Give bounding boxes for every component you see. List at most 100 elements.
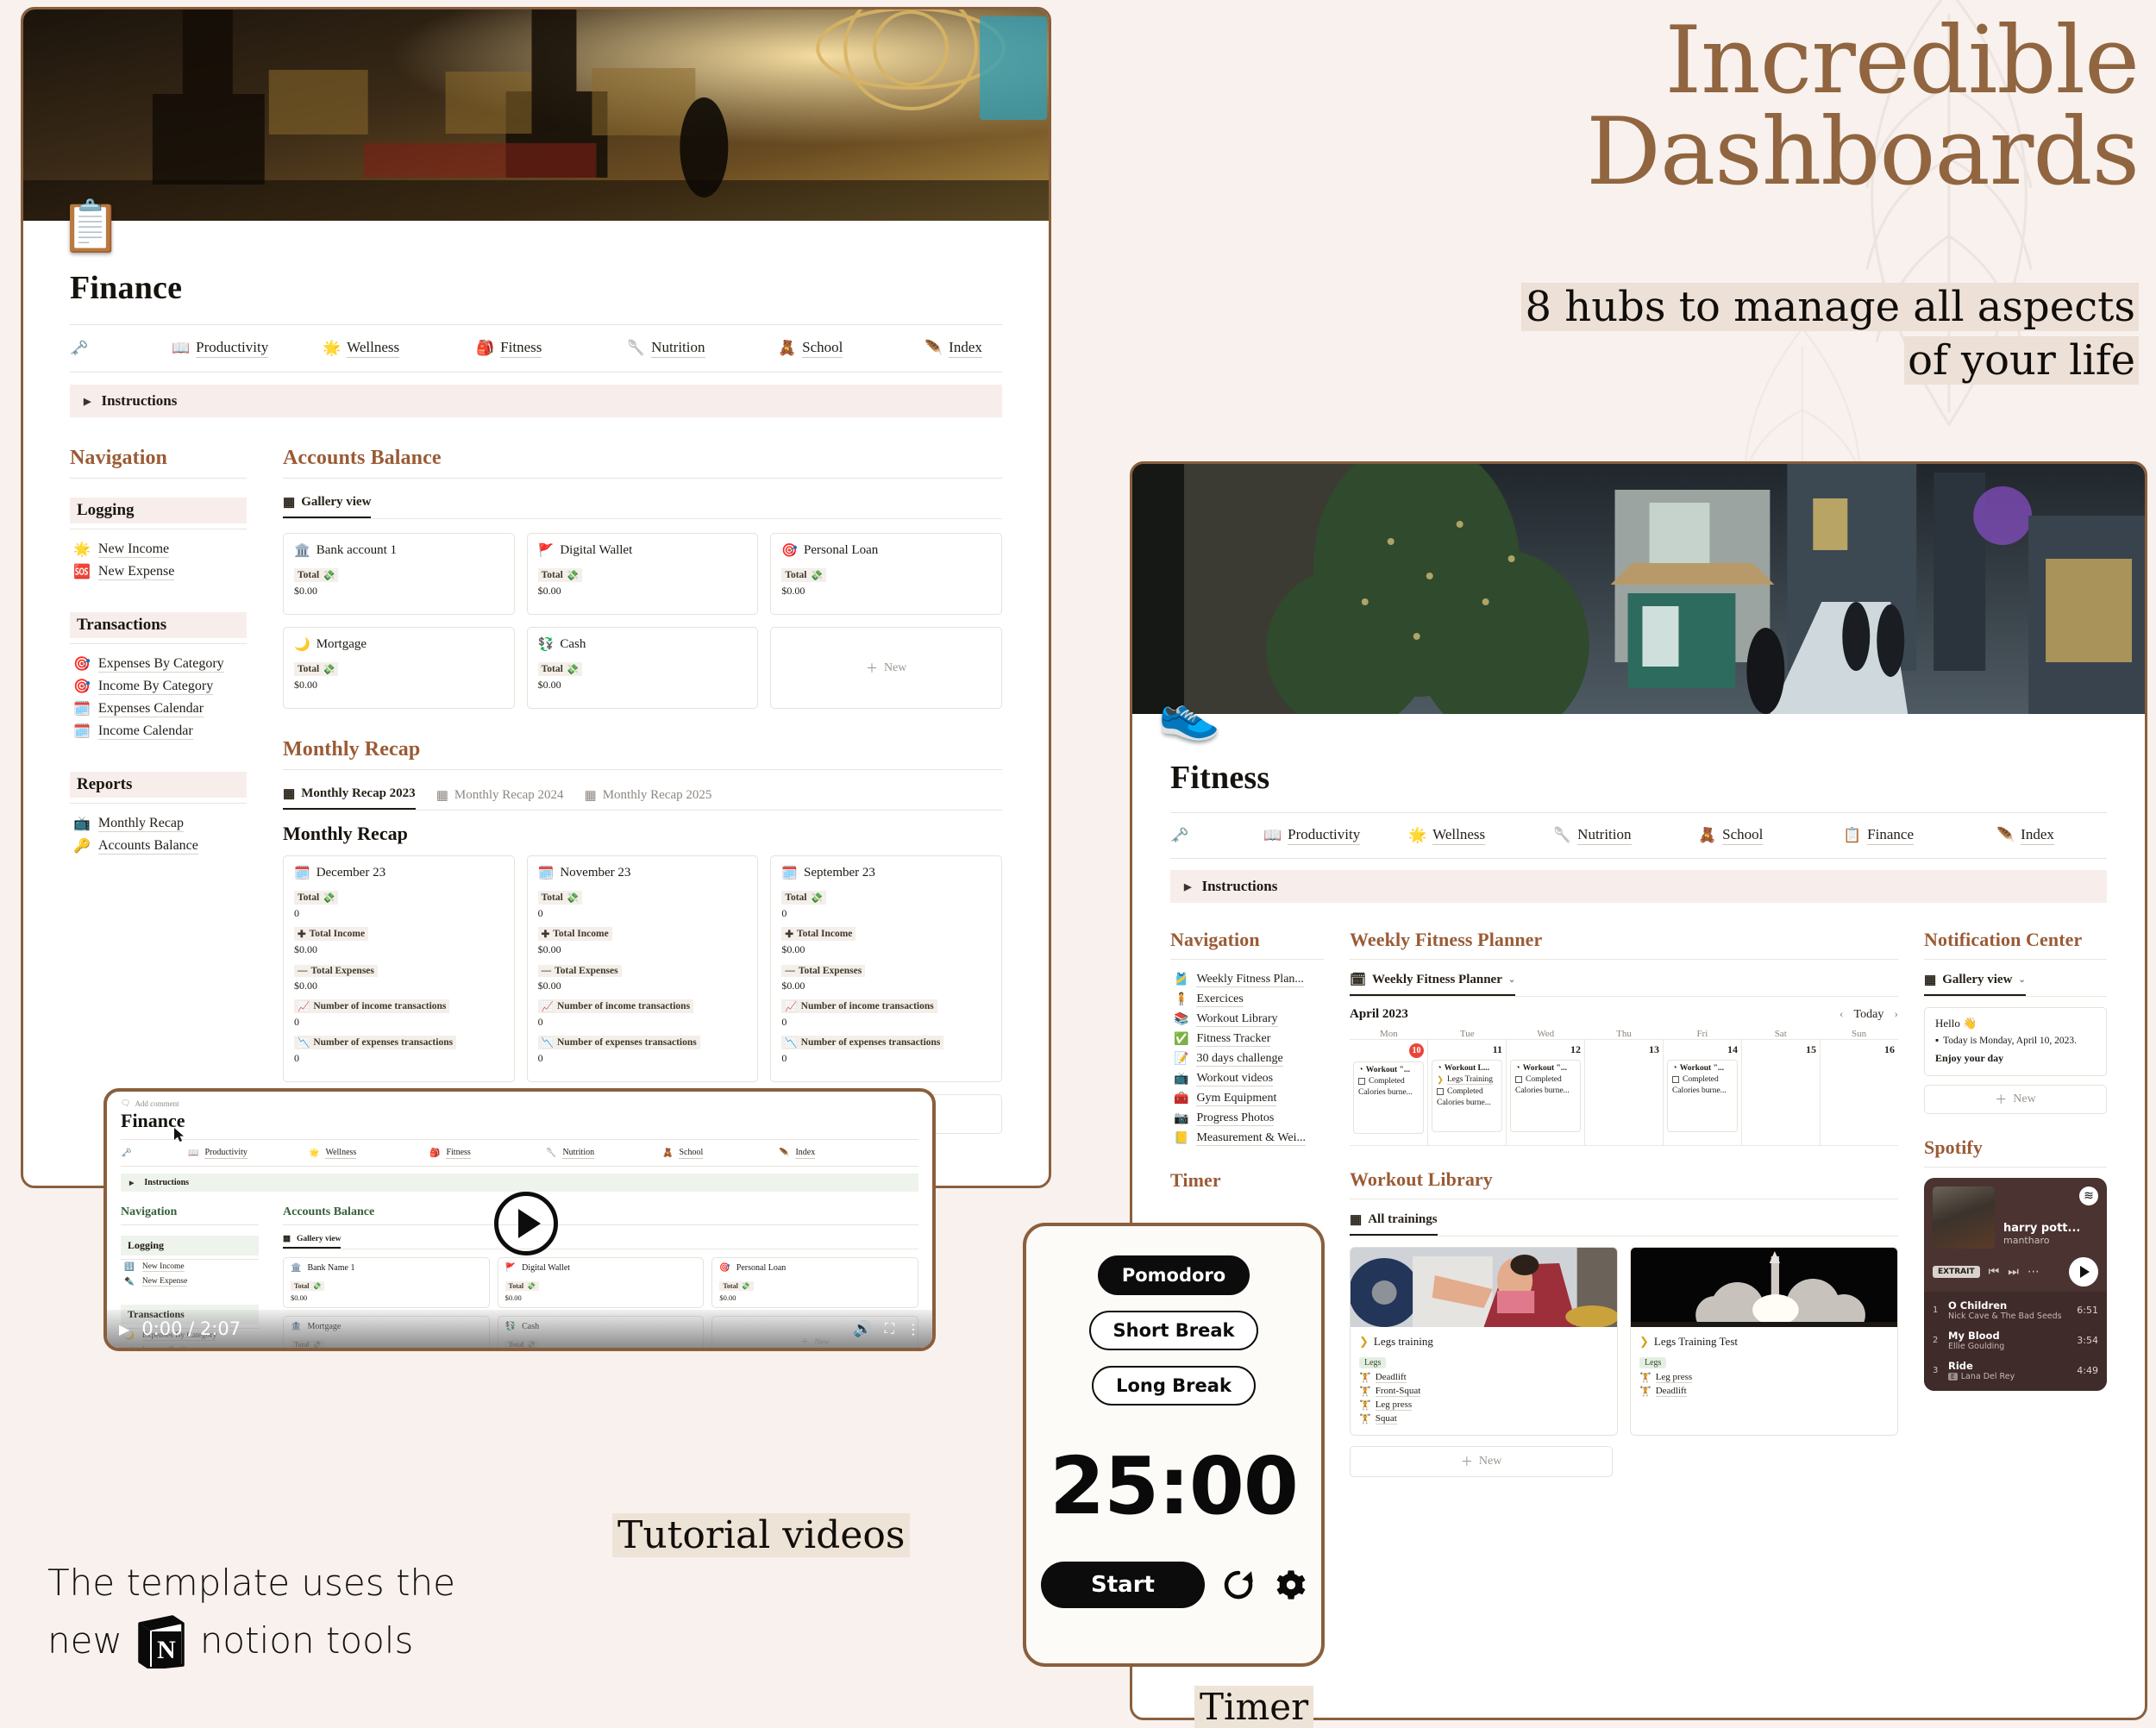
workout-exercise[interactable]: 🏋️ Squat	[1359, 1413, 1608, 1424]
tab-weekly-fitness-planner[interactable]: 🗓 Weekly Fitness Planner ⌄	[1350, 972, 1516, 996]
calendar-event[interactable]: ◔ Workout "... Completed Calories burne..…	[1667, 1060, 1738, 1132]
prev-week-button[interactable]: ‹	[1839, 1008, 1844, 1022]
spotify-track-row[interactable]: 3 Ride E Lana Del Rey 4:49	[1924, 1355, 2107, 1386]
video-account-card-wallet[interactable]: 🚩 Digital Wallet Total 💸 $0.00	[497, 1257, 705, 1308]
recap-card-september[interactable]: 🗓️ September 23 Total 💸 0 ✚ Total Income $…	[770, 855, 1002, 1082]
more-options-icon[interactable]: ⋯	[2028, 1265, 2040, 1279]
video-nav-item-index[interactable]: 🪶 Index	[779, 1148, 816, 1159]
previous-track-icon[interactable]: ⏮	[1989, 1265, 2000, 1279]
sidebar-item-new-income[interactable]: 🌟 New Income	[70, 538, 247, 560]
video-tab-gallery-view[interactable]: ▦ Gallery view	[283, 1234, 342, 1249]
sidebar-item-expenses-calendar[interactable]: 🗓️ Expenses Calendar	[70, 698, 247, 720]
chevron-down-icon[interactable]: ⌄	[2018, 975, 2025, 985]
workout-exercise[interactable]: 🏋️ Leg press	[1359, 1399, 1608, 1411]
nav-item-school[interactable]: 🧸 School	[778, 339, 924, 358]
video-nav-item-productivity[interactable]: 📖 Productivity	[188, 1148, 309, 1159]
timer-mode-short-break[interactable]: Short Break	[1088, 1311, 1259, 1350]
gear-icon[interactable]	[1272, 1568, 1307, 1602]
today-button[interactable]: Today	[1854, 1008, 1884, 1022]
sidebar-item-accounts-balance[interactable]: 🔑 Accounts Balance	[70, 835, 247, 857]
sidebar-item-weekly-fitness-planner[interactable]: 🎽 Weekly Fitness Plan...	[1170, 970, 1324, 990]
sidebar-item-monthly-recap[interactable]: 📺 Monthly Recap	[70, 812, 247, 835]
calendar-day-13[interactable]: 13	[1585, 1040, 1664, 1145]
nav-item-productivity[interactable]: 📖 Productivity	[172, 339, 323, 358]
account-card-personal-loan[interactable]: 🎯 Personal Loan Total 💸 $0.00	[770, 533, 1002, 615]
nav-item-fitness[interactable]: 🎒 Fitness	[476, 339, 627, 358]
calendar-day-14[interactable]: 14 ◔ Workout "... Completed Calories burn…	[1664, 1040, 1742, 1145]
account-card-cash[interactable]: 💱 Cash Total 💸 $0.00	[526, 627, 759, 709]
next-week-button[interactable]: ›	[1894, 1008, 1898, 1022]
tab-notification-gallery[interactable]: ▦ Gallery view ⌄	[1924, 972, 2026, 996]
calendar-event[interactable]: ◔ Workout L... ❯ Legs Training Completed C…	[1432, 1060, 1502, 1132]
sidebar-item-30-days-challenge[interactable]: 📝 30 days challenge	[1170, 1049, 1324, 1069]
volume-icon[interactable]: 🔊	[853, 1320, 872, 1338]
finance-instructions-toggle[interactable]: ▶ Instructions	[70, 385, 1002, 417]
workout-card-legs-training[interactable]: ❯ Legs training Legs 🏋️ Deadlift 🏋️ Front-…	[1350, 1247, 1618, 1436]
reset-icon[interactable]	[1220, 1567, 1257, 1603]
fitness-nav-item-productivity[interactable]: 📖 Productivity	[1263, 826, 1408, 845]
spotify-track-row[interactable]: 1 O Children Nick Cave & The Bad Seeds 6…	[1924, 1295, 2107, 1325]
workout-new-card-button[interactable]: ＋ New	[1350, 1446, 1614, 1477]
account-new-card-button[interactable]: ＋ New	[770, 627, 1002, 709]
account-card-mortgage[interactable]: 🌙 Mortgage Total 💸 $0.00	[283, 627, 515, 709]
chevron-down-icon[interactable]: ⌄	[1508, 975, 1515, 985]
calendar-event[interactable]: ◔ Workout "... Completed Calories burne..…	[1353, 1061, 1424, 1134]
timer-mode-pomodoro[interactable]: Pomodoro	[1097, 1255, 1250, 1295]
fitness-nav-item-home[interactable]: 🗝️	[1170, 827, 1263, 844]
sidebar-item-measurement-weight[interactable]: 📒 Measurement & Wei...	[1170, 1129, 1324, 1149]
account-card-bank[interactable]: 🏛️ Bank account 1 Total 💸 $0.00	[283, 533, 515, 615]
tab-monthly-recap-2024[interactable]: ▦ Monthly Recap 2024	[436, 787, 564, 810]
video-instructions-toggle[interactable]: ▶ Instructions	[121, 1174, 918, 1192]
checkbox[interactable]	[1672, 1076, 1679, 1083]
nav-item-nutrition[interactable]: 🥄 Nutrition	[627, 339, 778, 358]
spotify-track-row[interactable]: 2 My Blood Ellie Goulding 3:54	[1924, 1325, 2107, 1355]
video-nav-item-nutrition[interactable]: 🥄 Nutrition	[546, 1148, 662, 1159]
sidebar-item-workout-library[interactable]: 📚 Workout Library	[1170, 1010, 1324, 1030]
tutorial-video-player[interactable]: 🗨 Add comment Finance 🗝️ 📖 Productivity 🌟…	[103, 1088, 936, 1351]
workout-card-legs-training-test[interactable]: ❯ Legs Training Test Legs 🏋️ Leg press 🏋️…	[1630, 1247, 1898, 1436]
recap-card-december[interactable]: 🗓️ December 23 Total 💸 0 ✚ Total Income $0…	[283, 855, 515, 1082]
spotify-play-button[interactable]	[2069, 1257, 2098, 1287]
sidebar-item-fitness-tracker[interactable]: ✅ Fitness Tracker	[1170, 1030, 1324, 1049]
sidebar-item-workout-videos[interactable]: 📺 Workout videos	[1170, 1069, 1324, 1089]
tab-monthly-recap-2025[interactable]: ▦ Monthly Recap 2025	[585, 787, 712, 810]
spotify-logo-icon[interactable]: ≋	[2079, 1186, 2098, 1205]
recap-card-november[interactable]: 🗓️ November 23 Total 💸 0 ✚ Total Income $0…	[526, 855, 759, 1082]
calendar-day-11[interactable]: 11 ◔ Workout L... ❯ Legs Training Complete…	[1428, 1040, 1507, 1145]
video-play-button[interactable]	[494, 1192, 558, 1255]
fitness-instructions-toggle[interactable]: ▶ Instructions	[1170, 870, 2107, 903]
notification-new-button[interactable]: ＋ New	[1924, 1085, 2107, 1114]
video-add-comment[interactable]: 🗨 Add comment	[121, 1099, 918, 1108]
video-account-card-loan[interactable]: 🎯 Personal Loan Total 💸 $0.00	[711, 1257, 918, 1308]
nav-item-wellness[interactable]: 🌟 Wellness	[323, 339, 476, 358]
tab-all-trainings[interactable]: ▦ All trainings	[1350, 1211, 1438, 1236]
sidebar-item-progress-photos[interactable]: 📷 Progress Photos	[1170, 1109, 1324, 1129]
workout-exercise[interactable]: 🏋️ Leg press	[1639, 1372, 1889, 1383]
play-icon[interactable]: ▶	[119, 1321, 129, 1337]
sidebar-item-gym-equipment[interactable]: 🧰 Gym Equipment	[1170, 1089, 1324, 1109]
checkbox[interactable]	[1515, 1076, 1522, 1083]
checkbox[interactable]	[1358, 1078, 1365, 1085]
next-track-icon[interactable]: ⏭	[2008, 1265, 2019, 1279]
sidebar-item-new-expense[interactable]: 🆘 New Expense	[70, 560, 247, 583]
workout-exercise[interactable]: 🏋️ Front-Squat	[1359, 1386, 1608, 1397]
sidebar-item-expenses-by-category[interactable]: 🎯 Expenses By Category	[70, 653, 247, 675]
account-card-digital-wallet[interactable]: 🚩 Digital Wallet Total 💸 $0.00	[526, 533, 759, 615]
nav-item-home[interactable]: 🗝️	[70, 340, 172, 357]
fitness-nav-item-index[interactable]: 🪶 Index	[1996, 826, 2054, 845]
calendar-day-12[interactable]: 12 ◔ Workout "... Completed Calories burn…	[1507, 1040, 1585, 1145]
timer-mode-long-break[interactable]: Long Break	[1092, 1366, 1256, 1406]
pomodoro-timer-widget[interactable]: Pomodoro Short Break Long Break 25:00 St…	[1023, 1223, 1325, 1667]
sidebar-item-income-by-category[interactable]: 🎯 Income By Category	[70, 675, 247, 698]
video-nav-item-home[interactable]: 🗝️	[121, 1149, 188, 1158]
more-options-icon[interactable]: ⋮	[906, 1321, 920, 1337]
fullscreen-icon[interactable]: ⛶	[885, 1320, 894, 1337]
video-nav-item-fitness[interactable]: 🎒 Fitness	[429, 1148, 546, 1159]
fitness-nav-item-nutrition[interactable]: 🥄 Nutrition	[1553, 826, 1698, 845]
tab-monthly-recap-2023[interactable]: ▦ Monthly Recap 2023	[283, 786, 416, 810]
video-nav-item-school[interactable]: 🧸 School	[662, 1148, 779, 1159]
video-sidebar-new-expense[interactable]: ✒️ New Expense	[121, 1274, 259, 1289]
notification-card[interactable]: Hello 👋 ▪ Today is Monday, April 10, 202…	[1924, 1007, 2107, 1076]
fitness-nav-item-school[interactable]: 🧸 School	[1698, 826, 1843, 845]
checkbox[interactable]	[1437, 1088, 1444, 1095]
